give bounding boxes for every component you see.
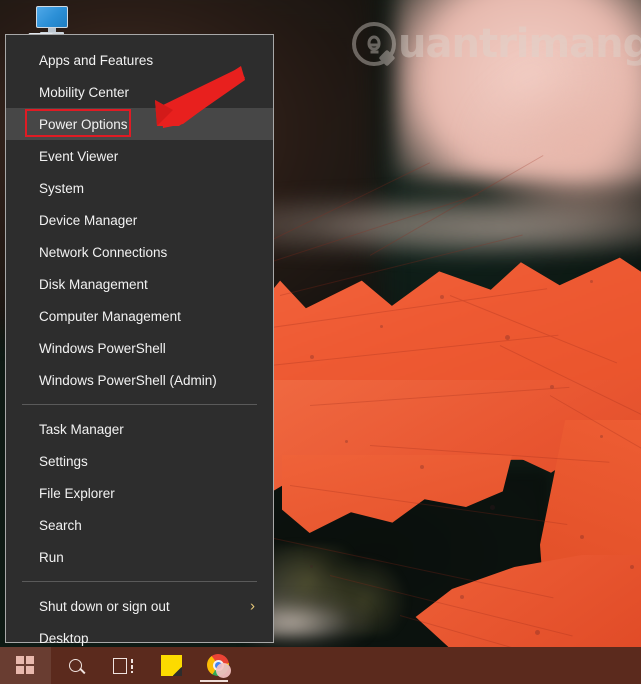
menu-item-label: Settings	[39, 453, 88, 469]
menu-item-label: Device Manager	[39, 212, 138, 228]
menu-item-label: Task Manager	[39, 421, 124, 437]
menu-item-event-viewer[interactable]: Event Viewer	[6, 140, 273, 172]
search-icon	[68, 659, 82, 672]
menu-item-label: Shut down or sign out	[39, 598, 170, 614]
menu-item-label: Disk Management	[39, 276, 148, 292]
chevron-right-icon: ›	[250, 597, 255, 615]
menu-item-label: Network Connections	[39, 244, 168, 260]
menu-item-label: Windows PowerShell	[39, 340, 166, 356]
menu-item-settings[interactable]: Settings	[6, 445, 273, 477]
menu-item-label: Computer Management	[39, 308, 181, 324]
menu-item-label: Run	[39, 549, 64, 565]
windows-logo-icon	[16, 656, 35, 675]
menu-item-label: Search	[39, 517, 82, 533]
start-button[interactable]	[0, 647, 51, 684]
task-view-button[interactable]	[99, 647, 147, 684]
sticky-notes-icon	[160, 655, 182, 676]
chrome-icon	[207, 653, 231, 678]
menu-item-file-explorer[interactable]: File Explorer	[6, 477, 273, 509]
menu-item-windows-powershell-admin[interactable]: Windows PowerShell (Admin)	[6, 364, 273, 396]
menu-item-label: Desktop	[39, 630, 89, 646]
red-arrow-annotation	[155, 66, 245, 128]
sticky-notes-button[interactable]	[147, 647, 195, 684]
menu-item-label: Windows PowerShell (Admin)	[39, 372, 217, 388]
menu-item-search[interactable]: Search	[6, 509, 273, 541]
menu-item-shut-down-or-sign-out[interactable]: Shut down or sign out ›	[6, 590, 273, 622]
chrome-button[interactable]	[195, 647, 243, 684]
menu-item-disk-management[interactable]: Disk Management	[6, 268, 273, 300]
menu-item-system[interactable]: System	[6, 172, 273, 204]
menu-item-label: Power Options	[39, 116, 128, 132]
menu-item-task-manager[interactable]: Task Manager	[6, 413, 273, 445]
menu-separator	[22, 581, 257, 582]
task-view-icon	[113, 657, 133, 674]
menu-item-label: System	[39, 180, 85, 196]
desktop-screen: uantrimang Apps and Features Mobility Cen…	[0, 0, 641, 684]
menu-item-run[interactable]: Run	[6, 541, 273, 573]
running-indicator	[200, 680, 228, 682]
menu-item-windows-powershell[interactable]: Windows PowerShell	[6, 332, 273, 364]
menu-item-computer-management[interactable]: Computer Management	[6, 300, 273, 332]
monitor-icon	[36, 6, 68, 28]
menu-item-label: Event Viewer	[39, 148, 119, 164]
menu-item-device-manager[interactable]: Device Manager	[6, 204, 273, 236]
search-button[interactable]	[51, 647, 99, 684]
menu-separator	[22, 404, 257, 405]
menu-item-network-connections[interactable]: Network Connections	[6, 236, 273, 268]
menu-item-label: File Explorer	[39, 485, 115, 501]
taskbar[interactable]	[0, 647, 641, 684]
menu-item-label: Mobility Center	[39, 84, 130, 100]
